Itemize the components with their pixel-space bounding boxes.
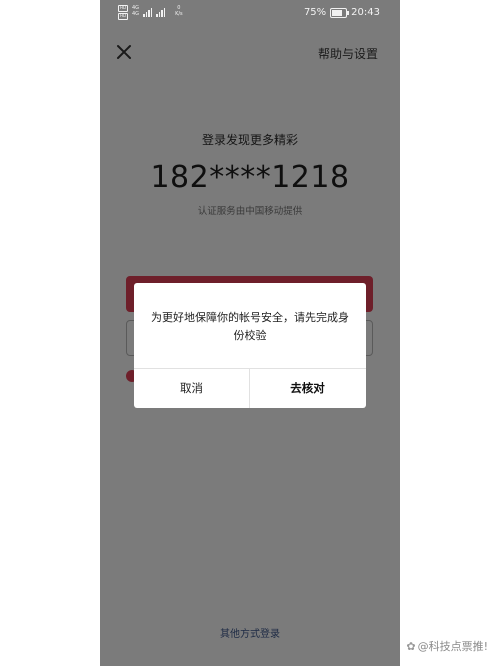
network-tags: HD HD	[118, 5, 128, 20]
hd-badge: HD	[118, 13, 128, 20]
watermark: ✿ @科技点票推!	[406, 638, 488, 654]
login-title: 登录发现更多精彩	[201, 133, 298, 147]
provider-note: 认证服务由中国移动提供	[197, 206, 303, 217]
watermark-logo-icon: ✿	[406, 639, 416, 653]
battery-icon	[330, 7, 350, 18]
verify-button[interactable]: 去核对	[250, 369, 365, 408]
verification-dialog: 为更好地保障你的帐号安全，请先完成身份校验 取消 去核对	[134, 283, 366, 408]
status-bar: HD HD 4G 4G 0 K/s 75% 20:43	[100, 0, 400, 26]
close-icon[interactable]	[114, 42, 134, 62]
signal-bars-icon	[156, 7, 166, 17]
cancel-button[interactable]: 取消	[134, 369, 249, 408]
help-settings-link[interactable]: 帮助与设置	[318, 45, 378, 62]
watermark-text: @科技点票推!	[417, 640, 488, 653]
signal-bars-icon	[143, 7, 153, 17]
battery-fill	[332, 9, 342, 16]
masked-phone-number: 182****1218	[150, 160, 350, 195]
dialog-message: 为更好地保障你的帐号安全，请先完成身份校验	[151, 311, 349, 342]
network-speed: 0 K/s	[175, 5, 183, 17]
speed-unit: K/s	[175, 11, 183, 17]
hd-badge: HD	[118, 5, 128, 12]
clock: 20:43	[351, 7, 380, 18]
battery-percent: 75%	[303, 7, 327, 18]
status-left: HD HD 4G 4G 0 K/s	[118, 5, 183, 20]
other-login-link[interactable]: 其他方式登录	[100, 625, 400, 640]
signal-labels: 4G 4G	[132, 5, 139, 17]
signal-label: 4G	[132, 11, 140, 17]
status-right: 75% 20:43	[304, 7, 380, 18]
